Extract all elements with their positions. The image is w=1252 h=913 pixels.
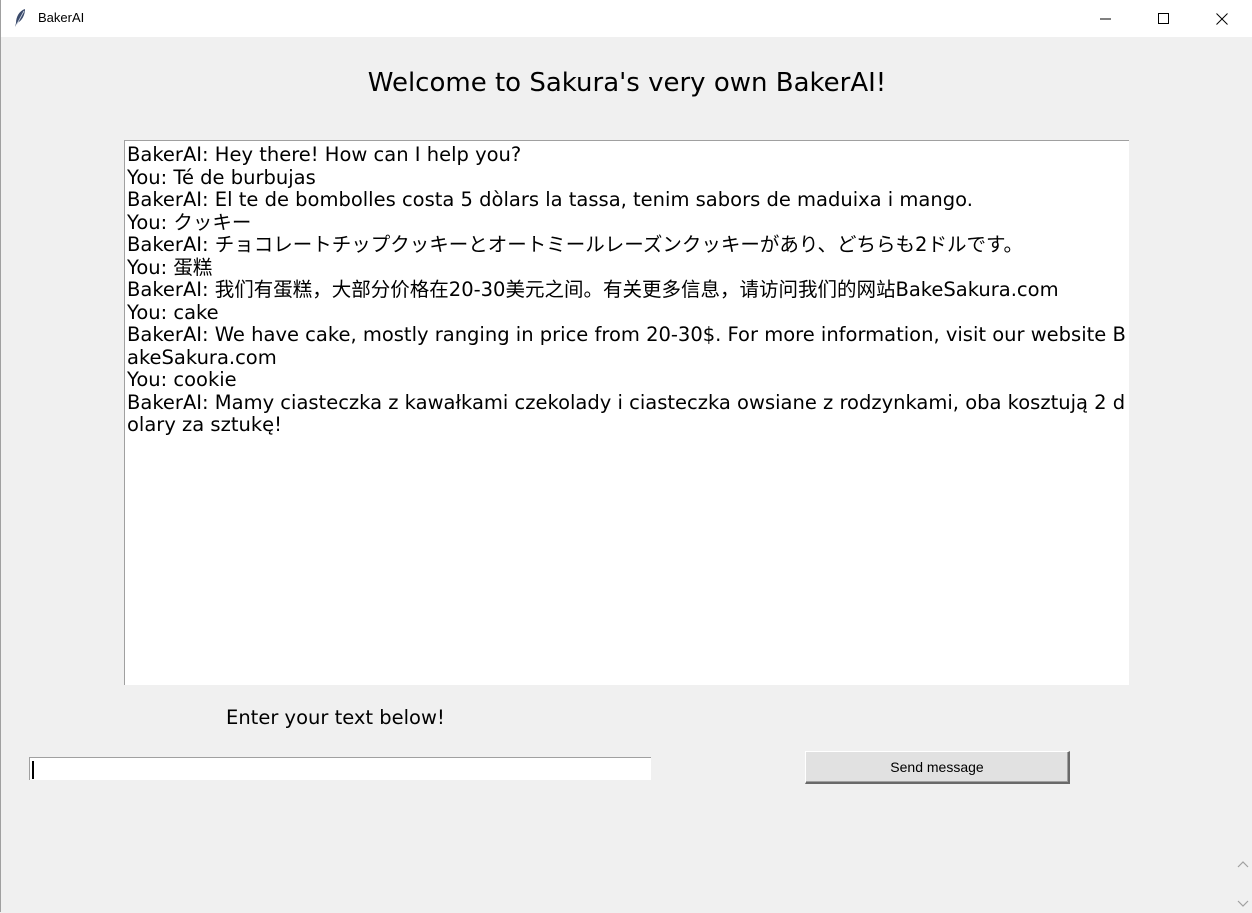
- minimize-button[interactable]: [1077, 0, 1135, 37]
- chat-message: You: 蛋糕: [127, 255, 213, 279]
- maximize-button[interactable]: [1135, 0, 1193, 37]
- text-cursor: [32, 761, 34, 779]
- window-title: BakerAI: [38, 10, 85, 25]
- app-window: BakerAI Welcome to Sakura's very own Bak…: [0, 0, 1252, 912]
- chat-message: BakerAI: チョコレートチップクッキーとオートミールレーズンクッキーがあり…: [127, 233, 1023, 256]
- title-bar[interactable]: BakerAI: [1, 0, 1252, 37]
- chat-message: BakerAI: 我们有蛋糕，大部分价格在20-30美元之间。有关更多信息，请访…: [127, 278, 1059, 301]
- chat-message: BakerAI: Hey there! How can I help you?: [127, 143, 522, 166]
- close-button[interactable]: [1193, 0, 1251, 37]
- send-message-button[interactable]: Send message: [805, 751, 1070, 784]
- message-input[interactable]: [29, 757, 651, 780]
- chat-message: You: cake: [127, 300, 219, 324]
- chat-message: You: cookie: [127, 368, 237, 391]
- maximize-icon: [1158, 12, 1170, 25]
- chevron-up-icon[interactable]: [1237, 856, 1249, 868]
- chat-log[interactable]: BakerAI: Hey there! How can I help you? Y…: [124, 140, 1129, 685]
- minimize-icon: [1100, 13, 1112, 25]
- chat-message: You: クッキー: [127, 210, 252, 234]
- input-label: Enter your text below!: [226, 706, 445, 729]
- chevron-down-icon[interactable]: [1237, 894, 1249, 907]
- chat-message: BakerAI: El te de bombolles costa 5 dòla…: [127, 188, 973, 211]
- chat-message: BakerAI: Mamy ciasteczka z kawałkami cze…: [127, 390, 1126, 436]
- welcome-heading: Welcome to Sakura's very own BakerAI!: [367, 68, 887, 98]
- chat-message: BakerAI: We have cake, mostly ranging in…: [127, 323, 1126, 369]
- feather-icon: [13, 8, 27, 28]
- scrollbar[interactable]: [1233, 850, 1252, 912]
- chat-message: You: Té de burbujas: [127, 165, 316, 189]
- close-icon: [1216, 12, 1228, 25]
